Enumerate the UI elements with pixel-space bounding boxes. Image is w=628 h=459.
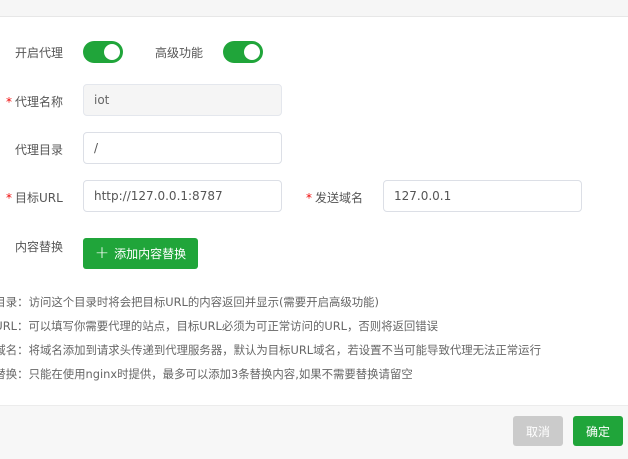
send-domain-label-text: 发送域名 [315, 191, 364, 205]
target-url-label: * 目标URL [6, 189, 63, 206]
proxy-name-label-text: 代理名称 [15, 95, 64, 109]
advanced-toggle[interactable] [223, 41, 263, 63]
help-line: 标URL：可以填写你需要代理的站点，目标URL必须为可正常访问的URL，否则将返… [0, 319, 439, 333]
proxy-enable-label: 开启代理 [15, 46, 64, 60]
proxy-dir-field[interactable]: / [83, 132, 282, 164]
proxy-name-field[interactable]: iot [83, 84, 282, 116]
help-line: 送域名：将域名添加到请求头传递到代理服务器，默认为目标URL域名，若设置不当可能… [0, 343, 541, 357]
add-replace-button[interactable]: + 添加内容替换 [83, 238, 198, 269]
toggle-knob [104, 44, 120, 60]
target-url-label-text: 目标URL [15, 191, 63, 205]
content-replace-label: 内容替换 [15, 240, 64, 254]
cancel-button[interactable]: 取消 [513, 416, 563, 446]
proxy-name-label: * 代理名称 [6, 93, 63, 110]
proxy-dir-label: 代理目录 [15, 143, 64, 157]
confirm-button[interactable]: 确定 [573, 416, 623, 446]
dialog-header-strip [0, 0, 628, 17]
send-domain-label: * 发送域名 [306, 189, 363, 206]
required-mark: * [6, 191, 12, 205]
required-mark: * [306, 191, 312, 205]
toggle-knob [244, 44, 260, 60]
proxy-enable-toggle[interactable] [83, 41, 123, 63]
target-url-field[interactable]: http://127.0.0.1:8787 [83, 180, 282, 212]
help-line: 容替换：只能在使用nginx时提供，最多可以添加3条替换内容,如果不需要替换请留… [0, 367, 413, 381]
required-mark: * [6, 95, 12, 109]
send-domain-field[interactable]: 127.0.0.1 [383, 180, 582, 212]
plus-icon: + [94, 243, 110, 263]
help-line: 理目录：访问这个目录时将会把目标URL的内容返回并显示(需要开启高级功能) [0, 295, 379, 309]
add-replace-button-label: 添加内容替换 [114, 247, 187, 261]
advanced-label: 高级功能 [155, 46, 204, 60]
